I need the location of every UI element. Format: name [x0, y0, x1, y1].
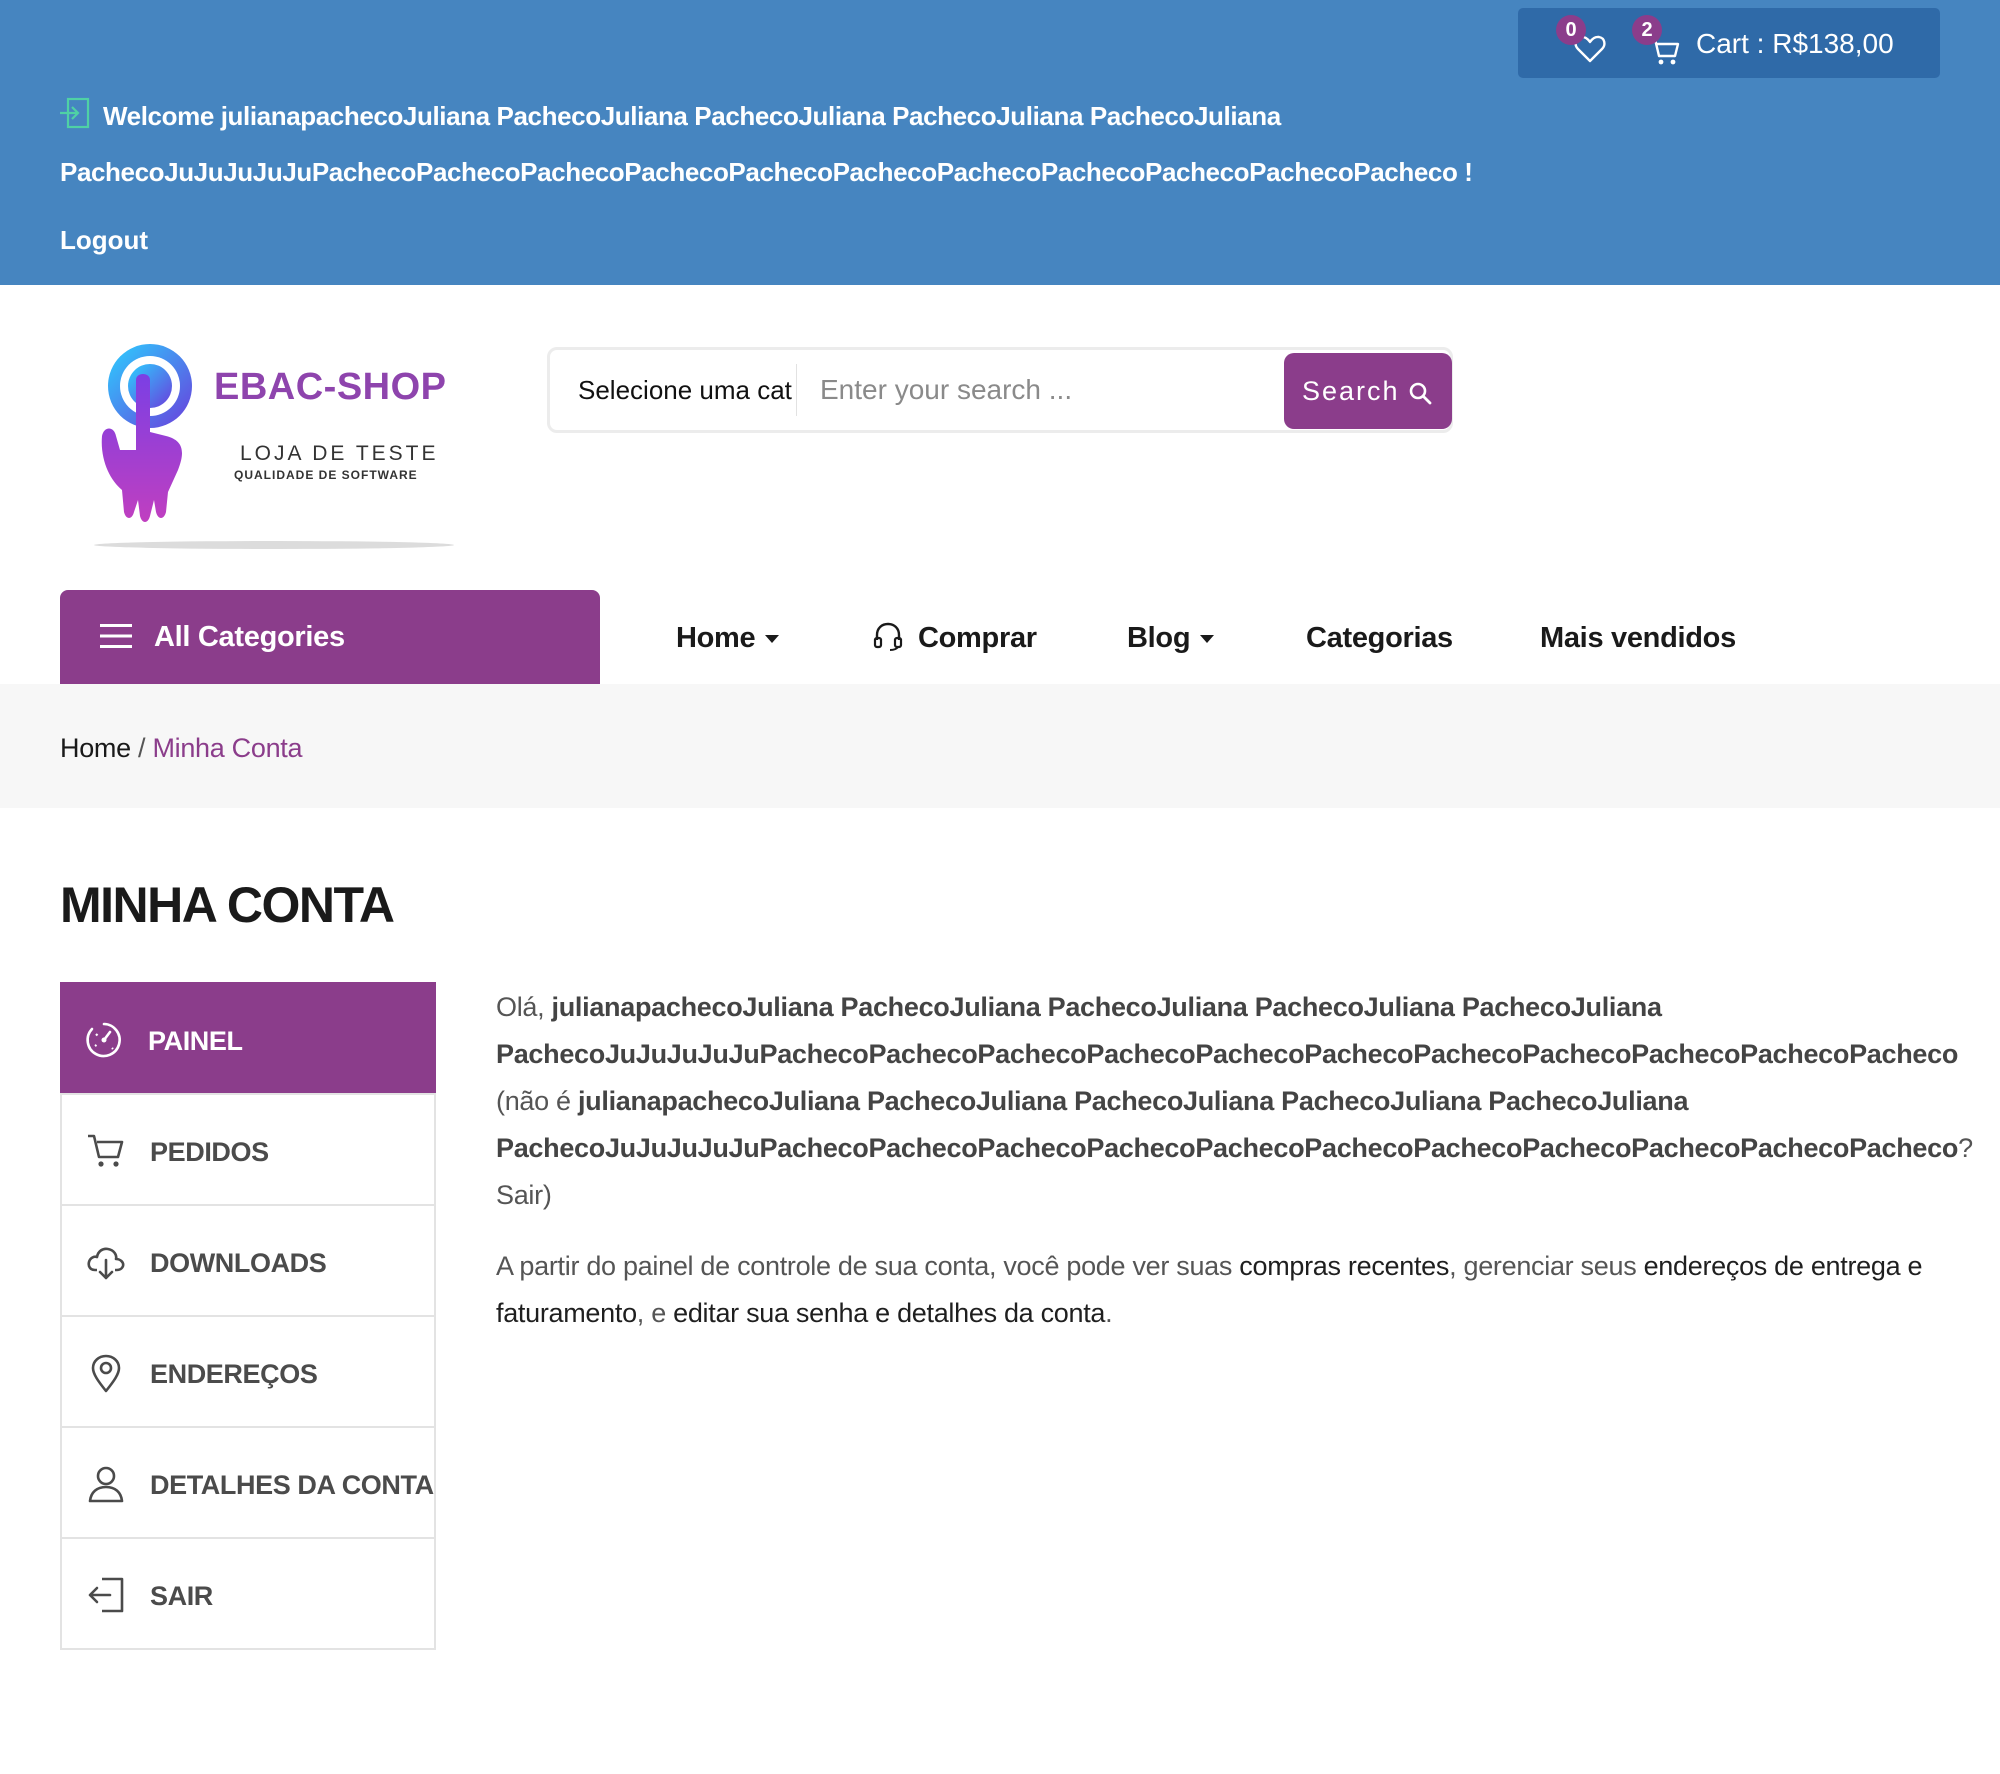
- greeting-paragraph: Olá, julianapachecoJuliana PachecoJulian…: [496, 984, 1973, 1219]
- breadcrumb-current: Minha Conta: [152, 733, 303, 763]
- close-paren: ): [542, 1180, 552, 1210]
- account-menu-downloads[interactable]: DOWNLOADS: [62, 1204, 434, 1315]
- end-text: .: [1105, 1298, 1113, 1328]
- welcome-message: Welcome julianapachecoJuliana PachecoJul…: [60, 101, 1473, 187]
- cloud-download-icon: [87, 1247, 125, 1280]
- account-menu-pedidos[interactable]: PEDIDOS: [62, 1093, 434, 1204]
- account-menu-enderecos[interactable]: ENDEREÇOS: [62, 1315, 434, 1426]
- mid-text: , gerenciar seus: [1449, 1251, 1644, 1281]
- dashboard-intro-paragraph: A partir do painel de controle de sua co…: [496, 1243, 1936, 1337]
- cart-icon: [88, 1134, 124, 1167]
- logout-icon: [88, 1577, 124, 1613]
- all-categories-label: All Categories: [154, 621, 345, 653]
- logo-subtitle: LOJA DE TESTE: [240, 442, 439, 465]
- account-menu-label: DOWNLOADS: [150, 1248, 327, 1278]
- cart-count-badge: 2: [1632, 15, 1662, 45]
- wishlist-count-badge: 0: [1556, 15, 1586, 45]
- logout-link[interactable]: Logout: [60, 222, 148, 258]
- account-menu-sair[interactable]: SAIR: [62, 1537, 434, 1648]
- nav-home[interactable]: Home: [676, 610, 780, 666]
- recent-orders-link[interactable]: compras recentes: [1239, 1251, 1449, 1281]
- edit-account-link[interactable]: editar sua senha e detalhes da conta: [673, 1298, 1105, 1328]
- and-text: , e: [636, 1298, 674, 1328]
- account-dashboard-content: Olá, julianapachecoJuliana PachecoJulian…: [496, 984, 1973, 1337]
- breadcrumb: Home / Minha Conta: [60, 728, 303, 768]
- cart-total-link[interactable]: Cart : R$138,00: [1696, 24, 1894, 64]
- nav-home-label: Home: [676, 622, 756, 654]
- chevron-down-icon: [1200, 635, 1215, 644]
- dashboard-icon: [86, 1022, 121, 1058]
- logo-tagline: QUALIDADE DE SOFTWARE: [234, 468, 418, 482]
- search-divider: [796, 364, 797, 416]
- breadcrumb-home-link[interactable]: Home: [60, 733, 131, 763]
- not-you-prefix: (não é: [496, 1086, 578, 1116]
- search-input[interactable]: [820, 360, 1290, 420]
- account-menu-label: DETALHES DA CONTA: [150, 1470, 434, 1500]
- intro-text: A partir do painel de controle de sua co…: [496, 1251, 1240, 1281]
- search-button[interactable]: Search: [1284, 353, 1452, 429]
- greeting-username: julianapachecoJuliana PachecoJuliana Pac…: [496, 992, 1959, 1069]
- sair-link[interactable]: Sair: [496, 1180, 543, 1210]
- nav-categorias[interactable]: Categorias: [1306, 610, 1453, 666]
- search-button-label: Search: [1302, 376, 1400, 406]
- account-menu-label: SAIR: [150, 1581, 213, 1611]
- account-menu-painel[interactable]: PAINEL: [60, 982, 436, 1093]
- mini-cart[interactable]: 0 2 Cart : R$138,00: [1518, 8, 1940, 78]
- search-icon: [1409, 382, 1432, 405]
- map-pin-icon: [91, 1354, 121, 1393]
- logo-brand-text: EBAC-SHOP: [214, 366, 447, 408]
- user-icon: [88, 1466, 124, 1503]
- account-menu-label: PAINEL: [148, 1026, 243, 1056]
- account-navigation: PAINEL PEDIDOS DOWNLOADS ENDEREÇOS DETAL…: [60, 982, 436, 1650]
- account-menu-label: ENDEREÇOS: [150, 1359, 318, 1389]
- not-you-username: julianapachecoJuliana PachecoJuliana Pac…: [496, 1086, 1959, 1163]
- hamburger-icon: [100, 624, 132, 648]
- nav-comprar[interactable]: Comprar: [918, 610, 1037, 666]
- breadcrumb-separator: /: [138, 733, 146, 763]
- account-menu-label: PEDIDOS: [150, 1137, 269, 1167]
- category-select[interactable]: Selecione uma cat: [578, 350, 792, 430]
- account-menu-detalhes-da-conta[interactable]: DETALHES DA CONTA: [62, 1426, 434, 1537]
- not-you-suffix: ?: [1958, 1133, 1973, 1163]
- hello-prefix: Olá,: [496, 992, 552, 1022]
- nav-mais-vendidos[interactable]: Mais vendidos: [1540, 610, 1736, 666]
- nav-blog-label: Blog: [1127, 622, 1191, 654]
- all-categories-button[interactable]: All Categories: [60, 590, 600, 684]
- search-bar: Selecione uma cat Search: [547, 347, 1453, 433]
- top-bar: 0 2 Cart : R$138,00 Welcome julianapache…: [0, 0, 2000, 285]
- chevron-down-icon: [765, 635, 780, 644]
- page-title: MINHA CONTA: [60, 877, 395, 933]
- headset-icon: [873, 622, 903, 651]
- nav-blog[interactable]: Blog: [1127, 610, 1215, 666]
